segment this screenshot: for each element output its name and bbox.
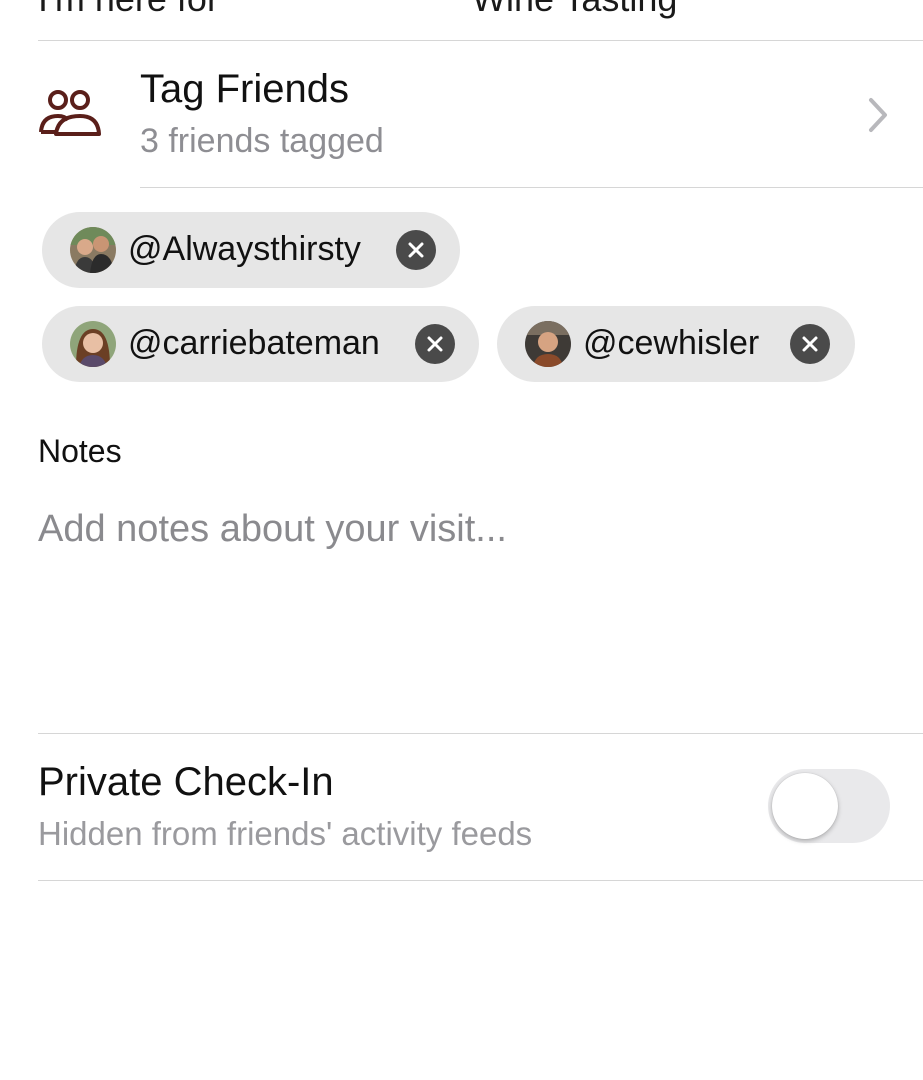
avatar	[70, 227, 116, 273]
friend-handle: @cewhisler	[583, 324, 760, 362]
private-checkin-toggle[interactable]	[768, 769, 890, 843]
avatar	[70, 321, 116, 367]
close-icon	[427, 336, 443, 352]
private-checkin-description: Hidden from friends' activity feeds	[38, 815, 533, 852]
friend-handle: @carriebateman	[128, 324, 380, 362]
friend-chip[interactable]: @Alwaysthirsty	[42, 212, 460, 288]
activity-type-value[interactable]: Wine Tasting	[472, 0, 677, 20]
remove-friend-button[interactable]	[396, 230, 436, 270]
toggle-knob	[772, 773, 838, 839]
tag-friends-row[interactable]	[0, 41, 923, 188]
close-icon	[802, 336, 818, 352]
notes-input[interactable]	[38, 508, 888, 708]
divider	[38, 880, 923, 881]
divider	[140, 187, 923, 188]
tag-friends-count: 3 friends tagged	[140, 122, 384, 160]
friend-handle: @Alwaysthirsty	[128, 230, 361, 268]
remove-friend-button[interactable]	[415, 324, 455, 364]
activity-type-row[interactable]: I'm here for Wine Tasting	[0, 0, 923, 20]
divider	[38, 733, 923, 734]
close-icon	[408, 242, 424, 258]
friend-chip[interactable]: @carriebateman	[42, 306, 479, 382]
people-icon	[39, 90, 101, 136]
private-checkin-title: Private Check-In	[38, 760, 334, 804]
tag-friends-title: Tag Friends	[140, 67, 349, 111]
avatar	[525, 321, 571, 367]
chevron-right-icon[interactable]	[864, 96, 892, 134]
remove-friend-button[interactable]	[790, 324, 830, 364]
notes-label: Notes	[38, 433, 122, 469]
friend-chip[interactable]: @cewhisler	[497, 306, 855, 382]
activity-type-label: I'm here for	[38, 0, 219, 20]
